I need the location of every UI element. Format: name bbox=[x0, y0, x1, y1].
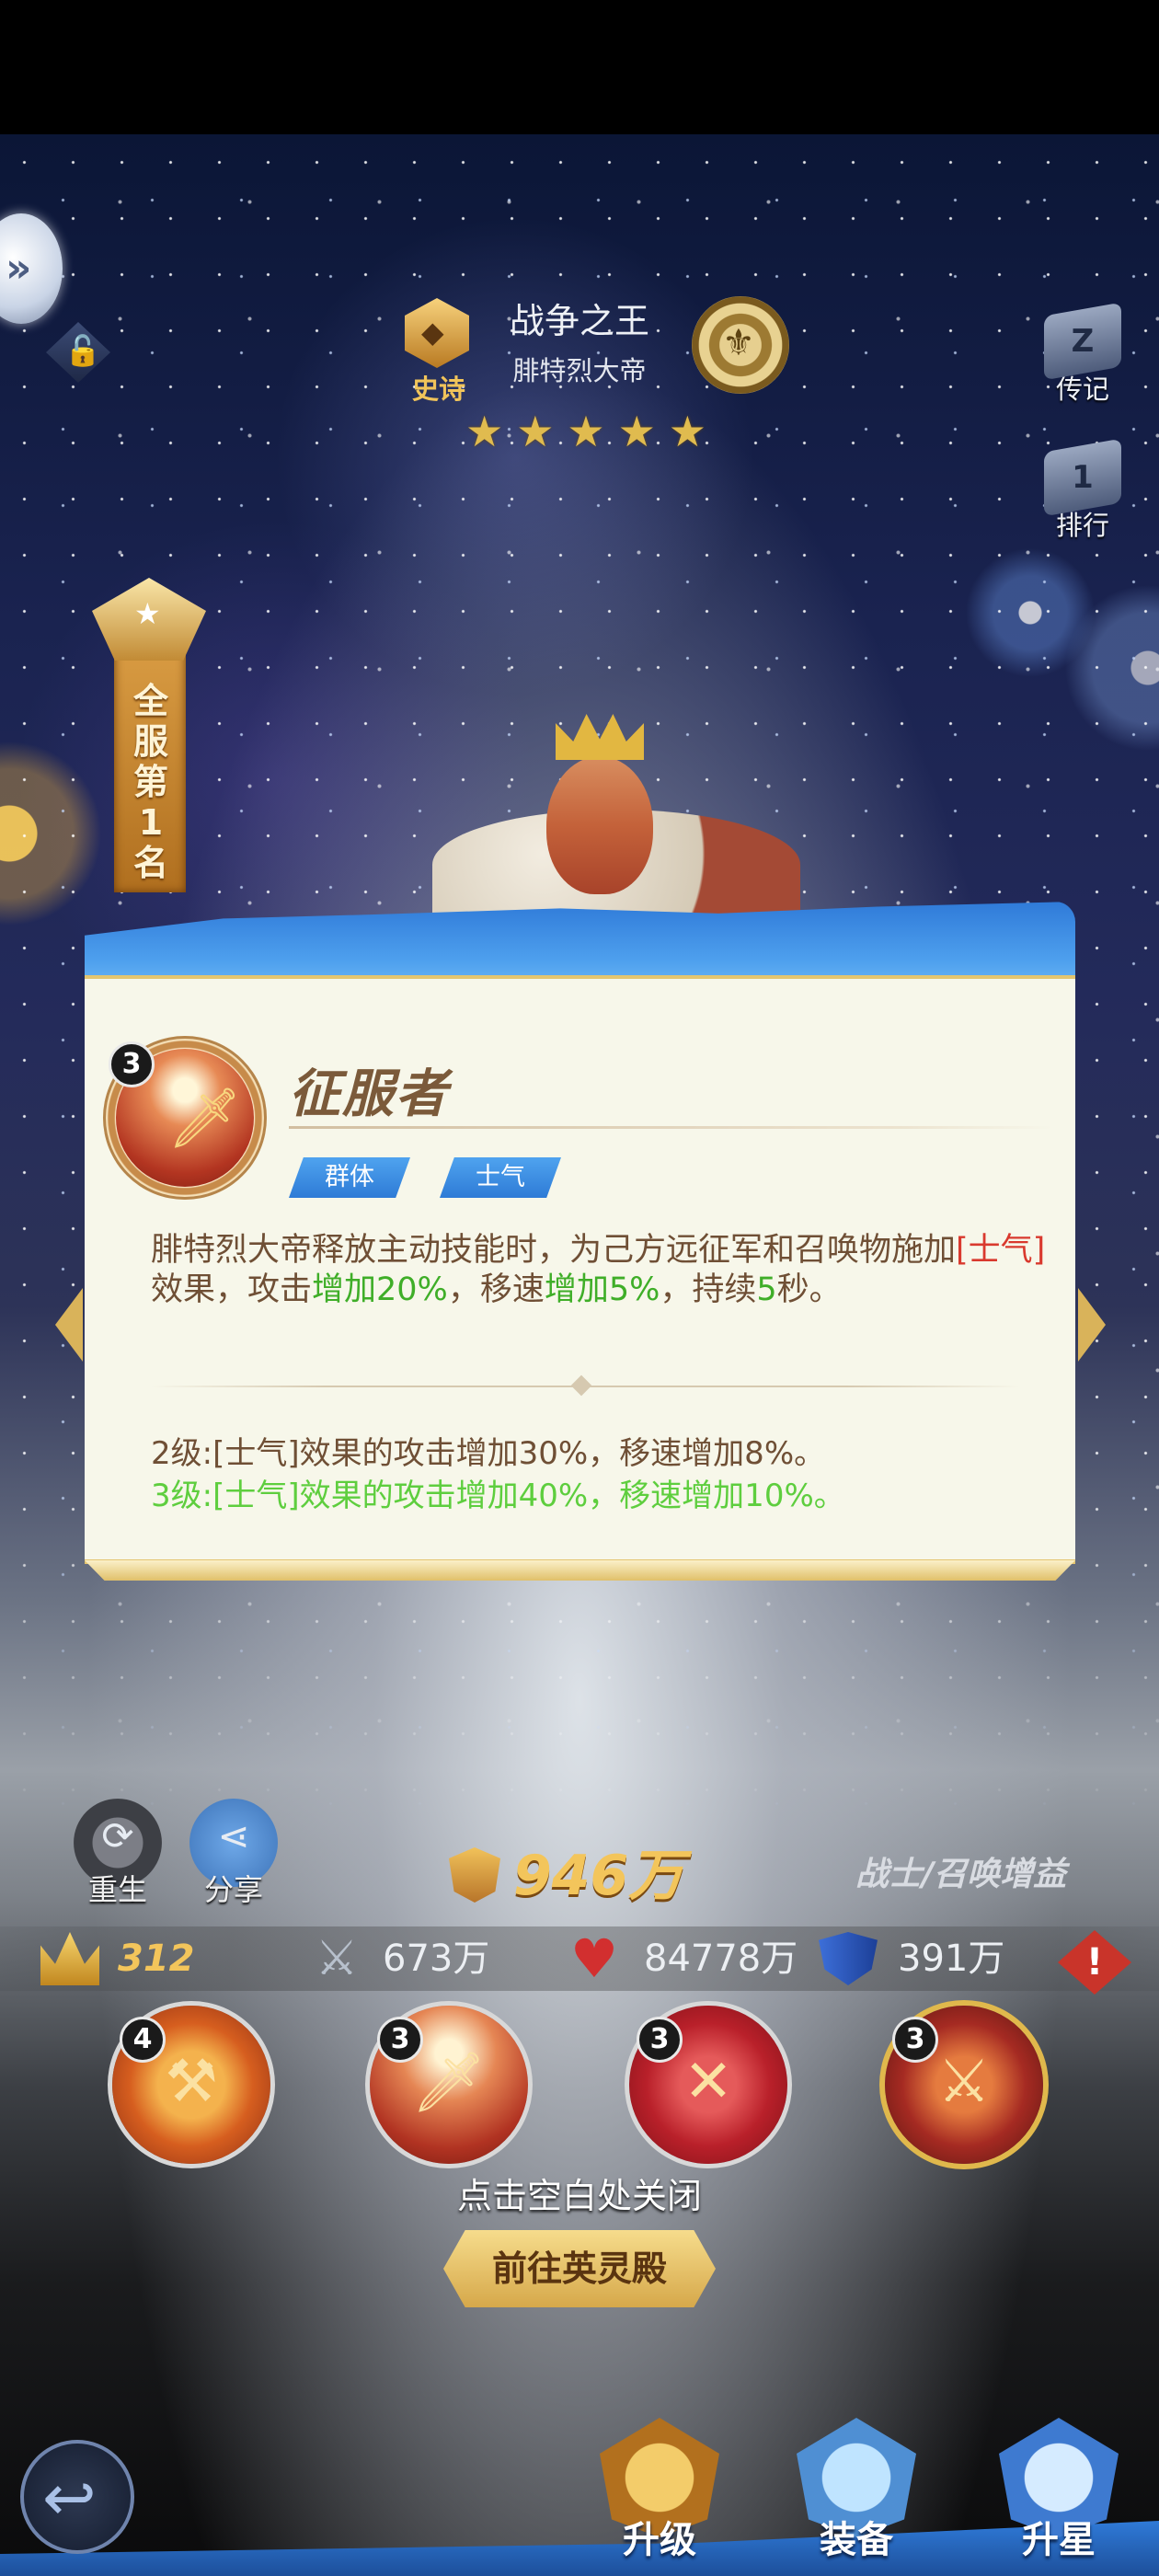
popup-bottom-trim bbox=[85, 1560, 1075, 1581]
hero-name: 腓特烈大帝 bbox=[512, 355, 647, 386]
skill-description: 腓特烈大帝释放主动技能时，为己方远征军和召唤物施加[士气]效果，攻击增加20%，… bbox=[151, 1232, 1046, 1308]
skill-tag: 士气 bbox=[440, 1157, 561, 1198]
star-icon: ★ bbox=[617, 407, 656, 456]
rebirth-label: 重生 bbox=[87, 1872, 147, 1907]
share-label: 分享 bbox=[203, 1872, 263, 1907]
skill-slot-level: 3 bbox=[637, 2017, 683, 2063]
rebirth-icon: ⟳ bbox=[101, 1813, 134, 1858]
nav-upgrade[interactable]: 升级 bbox=[591, 2418, 729, 2561]
combat-power: 946万 bbox=[513, 1844, 684, 1908]
biography-button[interactable]: Z 传记 bbox=[1032, 302, 1133, 407]
skill-slot-level: 3 bbox=[892, 2017, 938, 2063]
nav-upgrade-label: 升级 bbox=[623, 2519, 696, 2561]
status-bar-area bbox=[0, 0, 1159, 134]
back-button[interactable]: ↩ bbox=[20, 2440, 134, 2554]
rebirth-button[interactable]: ⟳ 重生 bbox=[74, 1799, 162, 1907]
skill-tag: 群体 bbox=[289, 1157, 410, 1198]
defense-value: 391万 bbox=[898, 1938, 1005, 1980]
biography-icon: Z bbox=[1044, 302, 1121, 381]
emblem-icon[interactable]: ⚜ bbox=[692, 296, 789, 394]
star-icon: ★ bbox=[516, 407, 555, 456]
skill-level2-effect: 2级:[士气]效果的攻击增加30%，移速增加8%。 bbox=[151, 1435, 826, 1472]
attack-value: 673万 bbox=[383, 1938, 490, 1980]
star-icon: ★ bbox=[465, 407, 504, 456]
goto-hall-button[interactable]: 前往英灵殿 bbox=[443, 2230, 716, 2307]
hero-class: 战士/召唤增益 bbox=[855, 1856, 1067, 1893]
star-icon: ★ bbox=[668, 407, 706, 456]
collapse-icon: » bbox=[6, 245, 32, 292]
nav-equip[interactable]: 装备 bbox=[787, 2418, 925, 2561]
hero-title: 战争之王 bbox=[509, 301, 649, 341]
share-button[interactable]: ⋖ 分享 bbox=[189, 1799, 278, 1907]
skill-level3-effect: 3级:[士气]效果的攻击增加40%，移速增加10%。 bbox=[151, 1478, 845, 1514]
nav-equip-label: 装备 bbox=[820, 2519, 893, 2561]
nav-star-label: 升星 bbox=[1022, 2519, 1096, 2561]
hero-model-head bbox=[546, 756, 653, 894]
sword-icon: ⚔ bbox=[315, 1931, 359, 1986]
heart-icon: ♥ bbox=[570, 1927, 618, 1990]
star-rating: ★ ★ ★ ★ ★ bbox=[465, 410, 706, 453]
rarity-label: 史诗 bbox=[411, 374, 465, 405]
skill-slot-level: 3 bbox=[377, 2017, 423, 2063]
popup-header-ribbon bbox=[85, 902, 1075, 986]
ranking-button[interactable]: 1 排行 bbox=[1032, 438, 1133, 543]
skill-slot-level: 4 bbox=[120, 2017, 166, 2063]
rank-banner-text: 全服第1名 bbox=[132, 681, 168, 883]
skill-popup: 🗡 3 征服者 群体 士气 腓特烈大帝释放主动技能时，为己方远征军和召唤物施加[… bbox=[85, 883, 1075, 1610]
ranking-icon: 1 bbox=[1044, 438, 1121, 517]
close-hint: 点击空白处关闭 bbox=[456, 2176, 702, 2216]
star-icon: ★ bbox=[567, 407, 605, 456]
back-icon: ↩ bbox=[42, 2460, 97, 2536]
health-value: 84778万 bbox=[644, 1938, 798, 1980]
skill-level-badge: 3 bbox=[109, 1041, 155, 1087]
divider bbox=[289, 1126, 1052, 1129]
share-icon: ⋖ bbox=[217, 1813, 250, 1858]
hero-level: 312 bbox=[118, 1938, 195, 1980]
skill-name: 征服者 bbox=[289, 1064, 449, 1124]
nav-star-up[interactable]: 升星 bbox=[990, 2418, 1128, 2561]
